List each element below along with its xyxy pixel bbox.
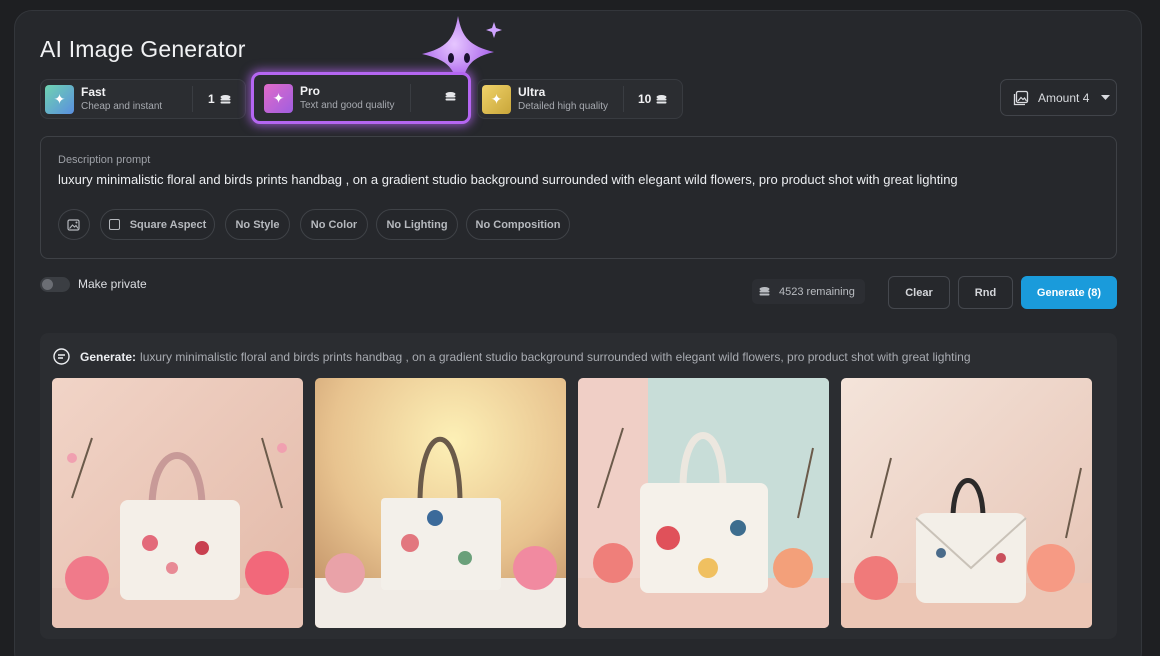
chip-label: Square Aspect [129,218,207,231]
add-image-button[interactable] [58,209,90,240]
coins-icon [656,94,667,104]
prompt-box[interactable]: Description prompt luxury minimalistic f… [40,136,1117,259]
results-panel: Generate: luxury minimalistic floral and… [40,333,1117,639]
divider [410,84,411,112]
images-icon [1013,90,1029,105]
tier-cost: 1 [208,92,231,106]
private-toggle[interactable] [40,277,70,292]
tier-fast[interactable]: ✦ Fast Cheap and instant 1 [40,79,246,119]
generate-button[interactable]: Generate (8) [1021,276,1117,309]
results-prompt: luxury minimalistic floral and birds pri… [140,349,971,364]
tier-cost [440,92,456,101]
sparkle-icon: ✦ [482,84,511,114]
clear-button[interactable]: Clear [888,276,950,309]
square-aspect-chip[interactable]: Square Aspect [100,209,215,240]
tier-name: Pro [300,83,321,98]
amount-select[interactable]: Amount 4 [1000,79,1117,116]
chip-label: No Color [310,218,358,231]
random-button[interactable]: Rnd [958,276,1013,309]
divider [623,86,624,112]
tier-name: Ultra [518,84,546,99]
sparkle-icon: ✦ [45,84,74,114]
chip-label: No Composition [475,218,561,231]
lighting-chip[interactable]: No Lighting [376,209,458,240]
tier-ultra[interactable]: ✦ Ultra Detailed high quality 10 [477,79,683,119]
tier-cost: 10 [638,92,667,106]
chip-label: No Style [235,218,280,231]
tier-description: Cheap and instant [81,100,163,112]
result-image-4[interactable] [841,378,1092,628]
credits-remaining: 4523 remaining [752,279,865,304]
prompt-label: Description prompt [58,154,151,166]
coins-icon [220,94,231,104]
coins-icon [759,287,770,296]
prompt-input[interactable]: luxury minimalistic floral and birds pri… [58,172,958,187]
results-label: Generate: [80,349,137,364]
amount-label: Amount 4 [1038,90,1090,105]
divider [192,86,193,112]
tier-cost-value: 1 [208,92,215,106]
result-image-3[interactable] [578,378,829,628]
caret-down-icon [1101,94,1111,100]
toggle-knob [42,279,53,290]
tier-description: Text and good quality [300,99,395,111]
chip-label: No Lighting [386,218,448,231]
page-title: AI Image Generator [40,36,246,62]
tier-name: Fast [81,84,106,99]
result-image-1[interactable] [52,378,303,628]
checkbox-icon [108,219,120,230]
coins-icon [445,92,456,101]
add-image-icon [67,218,80,231]
results-header: Generate: luxury minimalistic floral and… [53,348,971,365]
private-label: Make private [78,277,147,291]
credits-text: 4523 remaining [779,285,855,298]
generation-icon [53,348,70,365]
tier-cost-value: 10 [638,92,652,106]
color-chip[interactable]: No Color [300,209,368,240]
style-chip[interactable]: No Style [225,209,290,240]
tier-description: Detailed high quality [518,100,609,112]
tier-pro[interactable]: ✦ Pro Text and good quality [251,72,471,124]
composition-chip[interactable]: No Composition [466,209,570,240]
sparkle-icon: ✦ [264,83,293,113]
result-image-2[interactable] [315,378,566,628]
